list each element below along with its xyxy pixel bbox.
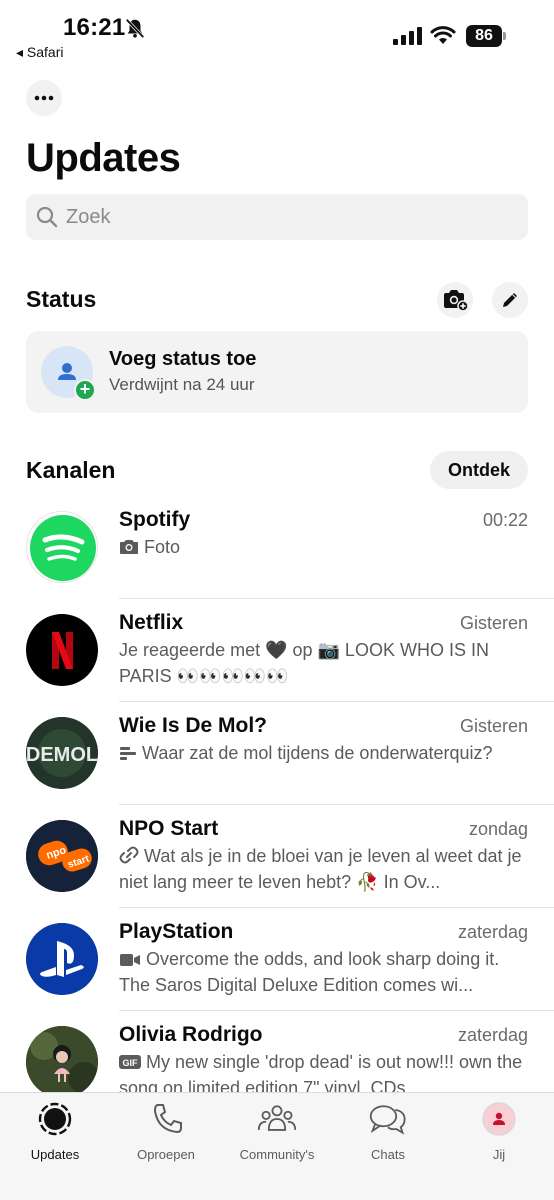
channel-date: 00:22 [482, 510, 528, 530]
tab-updates[interactable]: Updates [0, 1101, 110, 1171]
video-icon [120, 954, 140, 966]
spotify-avatar [26, 511, 98, 583]
tab-label: Updates [30, 1147, 80, 1162]
channel-date: Gisteren [459, 613, 528, 633]
playstation-logo-icon [26, 923, 98, 995]
add-status-title: Voeg status toe [109, 348, 257, 370]
svg-text:GIF: GIF [123, 1058, 139, 1068]
status-section-title: Status [26, 286, 97, 312]
clock: 16:21 [63, 14, 126, 41]
channel-name: NPO Start [119, 817, 219, 840]
link-icon [119, 846, 139, 864]
camera-icon [120, 540, 138, 554]
channel-name: Spotify [119, 508, 191, 531]
add-status-subtitle: Verdwijnt na 24 uur [109, 375, 255, 394]
cellular-signal-icon [393, 27, 422, 45]
tab-label: Oproepen [137, 1147, 195, 1162]
channel-message-text: Wat als je in de bloei van je leven al w… [119, 846, 522, 892]
battery-level: 86 [466, 25, 502, 47]
bottom-tab-bar: Updates Oproepen Community's Chats Jij [0, 1092, 554, 1200]
gif-icon: GIF [119, 1055, 141, 1069]
svg-text:DEMOL: DEMOL [26, 744, 98, 766]
add-status-card[interactable]: + Voeg status toe Verdwijnt na 24 uur [26, 331, 528, 413]
wifi-icon [430, 26, 456, 44]
profile-icon [482, 1102, 516, 1136]
page-title: Updates [26, 136, 181, 180]
channels-section-title: Kanalen [26, 457, 116, 483]
divider [119, 907, 554, 908]
divider [119, 804, 554, 805]
tab-label: Chats [371, 1147, 405, 1162]
channel-message: Overcome the odds, and look sharp doing … [119, 946, 529, 998]
channel-message: Waar zat de mol tijdens de onderwaterqui… [119, 740, 529, 792]
netflix-avatar [26, 614, 98, 686]
channel-message: Wat als je in de bloei van je leven al w… [119, 843, 529, 895]
channel-date: Gisteren [459, 716, 528, 736]
spotify-logo-icon [30, 515, 96, 581]
channel-message-text: My new single 'drop dead' is out now!!! … [119, 1052, 523, 1093]
search-input[interactable] [66, 194, 506, 240]
doll-photo-icon [26, 1026, 98, 1098]
community-icon [257, 1105, 297, 1131]
channel-name: Wie Is De Mol? [119, 714, 267, 737]
channel-item-wie-is-de-mol[interactable]: DEMOL Wie Is De Mol? Gisteren Waar zat d… [0, 706, 554, 809]
camera-status-button[interactable] [437, 282, 473, 318]
channel-message: Je reageerde met 🖤 op 📷 LOOK WHO IS IN P… [119, 640, 489, 686]
channel-message-text: Overcome the odds, and look sharp doing … [119, 949, 500, 995]
divider [119, 598, 554, 599]
chats-icon [369, 1105, 406, 1135]
channel-message: GIF My new single 'drop dead' is out now… [119, 1049, 529, 1093]
channel-item-netflix[interactable]: Netflix Gisteren Je reageerde met 🖤 op 📷… [0, 603, 554, 706]
tab-label: Community's [239, 1147, 315, 1162]
channel-message: Foto [119, 534, 529, 560]
divider [119, 1010, 554, 1011]
camera-plus-icon [444, 290, 468, 311]
channel-date: zondag [468, 819, 528, 839]
wie-is-de-mol-avatar: DEMOL [26, 717, 98, 789]
channel-item-spotify[interactable]: Spotify 00:22 Foto [0, 500, 554, 603]
channel-date: zaterdag [457, 922, 528, 942]
bell-muted-icon [125, 18, 145, 39]
channel-name: Netflix [119, 611, 184, 634]
de-mol-logo-icon: DEMOL [26, 717, 98, 789]
updates-icon [38, 1102, 72, 1136]
tab-me[interactable]: Jij [444, 1101, 554, 1171]
channel-name: Olivia Rodrigo [119, 1023, 263, 1046]
playstation-avatar [26, 923, 98, 995]
pencil-icon [503, 293, 517, 307]
back-to-safari-link[interactable]: ◂ Safari [16, 44, 64, 61]
npo-logo-icon: npo start [26, 820, 98, 892]
discover-button[interactable]: Ontdek [430, 451, 528, 489]
tab-communities[interactable]: Community's [222, 1101, 332, 1171]
olivia-rodrigo-avatar [26, 1026, 98, 1098]
channel-message-text: Waar zat de mol tijdens de onderwaterqui… [142, 743, 493, 763]
channel-name: PlayStation [119, 920, 234, 943]
ellipsis-icon [34, 95, 54, 101]
add-plus-icon: + [74, 379, 96, 401]
channel-item-playstation[interactable]: PlayStation zaterdag Overcome the odds, … [0, 912, 554, 1015]
tab-chats[interactable]: Chats [333, 1101, 443, 1171]
channel-message-text: Foto [144, 537, 181, 557]
poll-icon [120, 747, 136, 760]
search-icon [36, 206, 58, 228]
more-options-button[interactable] [26, 80, 62, 116]
tab-label: Jij [492, 1147, 506, 1162]
divider [119, 701, 554, 702]
battery-indicator: 86 [466, 25, 506, 47]
npo-start-avatar: npo start [26, 820, 98, 892]
phone-icon [153, 1104, 182, 1134]
channel-date: zaterdag [457, 1025, 528, 1045]
search-bar[interactable] [26, 194, 528, 240]
text-status-button[interactable] [492, 282, 528, 318]
channel-item-npo-start[interactable]: npo start NPO Start zondag Wat als je in… [0, 809, 554, 912]
netflix-logo-icon [52, 632, 73, 669]
tab-calls[interactable]: Oproepen [111, 1101, 221, 1171]
system-status-bar: 16:21 ◂ Safari 86 [0, 0, 554, 70]
